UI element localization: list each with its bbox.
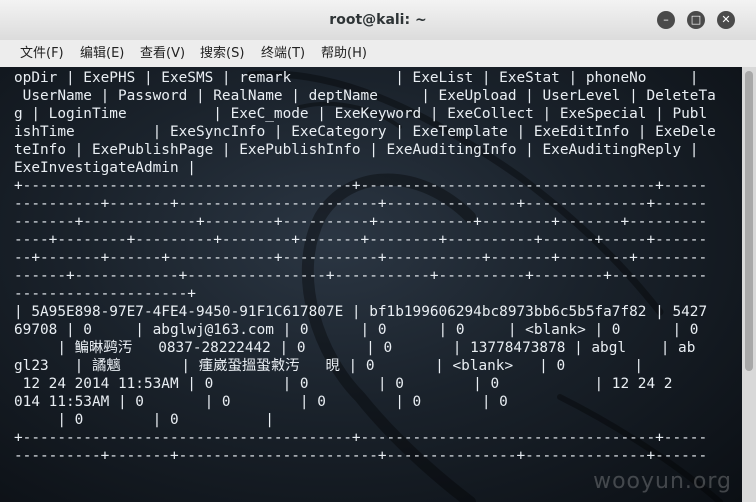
terminal-output: opDir | ExePHS | ExeSMS | remark | ExeLi… xyxy=(14,69,742,465)
terminal-area[interactable]: opDir | ExePHS | ExeSMS | remark | ExeLi… xyxy=(0,67,742,502)
terminal-line: ExeInvestigateAdmin | xyxy=(14,160,196,176)
terminal-line: | 鳊晽鹀汚 0837-28222442 | 0 | 0 | 137784738… xyxy=(14,340,696,356)
terminal-line: UserName | Password | RealName | deptNam… xyxy=(14,88,716,104)
terminal-line: --+-------+------+------------+---------… xyxy=(14,250,708,266)
menu-help[interactable]: 帮助(H) xyxy=(321,40,367,67)
vertical-scrollbar[interactable] xyxy=(742,67,756,502)
terminal-line: 12 24 2014 11:53AM | 0 | 0 | 0 | 0 | 12 … xyxy=(14,376,673,392)
maximize-button[interactable]: □ xyxy=(687,11,705,29)
terminal-line: teInfo | ExePublishPage | ExePublishInfo… xyxy=(14,142,699,158)
terminal-line: 014 11:53AM | 0 | 0 | 0 | 0 | 0 xyxy=(14,394,508,410)
terminal-line: ----------+-------+---------------------… xyxy=(14,448,708,464)
terminal-line: opDir | ExePHS | ExeSMS | remark | ExeLi… xyxy=(14,70,699,86)
menu-view[interactable]: 查看(V) xyxy=(140,40,185,67)
minimize-button[interactable]: – xyxy=(657,11,675,29)
terminal-line: -------+-------------+--------+---------… xyxy=(14,214,708,230)
window-title: root@kali: ~ xyxy=(329,12,427,28)
terminal-line: 69708 | 0 | abglwj@163.com | 0 | 0 | 0 |… xyxy=(14,322,699,338)
terminal-line: +--------------------------------------+… xyxy=(14,178,708,194)
terminal-line: | 5A95E898-97E7-4FE4-9450-91F1C617807E |… xyxy=(14,304,708,320)
terminal-line: ----+--------+---------+--------+-------… xyxy=(14,232,708,248)
menu-terminal[interactable]: 终端(T) xyxy=(261,40,305,67)
terminal-line: g | LoginTime | ExeC_mode | ExeKeyword |… xyxy=(14,106,708,122)
title-bar[interactable]: root@kali: ~ – □ ✕ xyxy=(0,0,756,41)
close-button[interactable]: ✕ xyxy=(717,11,735,29)
terminal-line: --------------------+ xyxy=(14,286,196,302)
terminal-line: | 0 | 0 | xyxy=(14,412,274,428)
terminal-line: ------+------------+----------------+---… xyxy=(14,268,708,284)
terminal-line: gl23 | 譎魑 | 瘇崴蛩搵蛩敹汚 晛 | 0 | <blank> | 0 … xyxy=(14,358,644,374)
menu-bar: 文件(F) 编辑(E) 查看(V) 搜索(S) 终端(T) 帮助(H) xyxy=(0,40,756,68)
watermark: wooyun.org xyxy=(593,469,732,494)
terminal-line: ----------+-------+---------------------… xyxy=(14,196,708,212)
terminal-window: root@kali: ~ – □ ✕ 文件(F) 编辑(E) 查看(V) 搜索(… xyxy=(0,0,756,502)
scrollbar-thumb[interactable] xyxy=(745,71,753,371)
menu-file[interactable]: 文件(F) xyxy=(20,40,64,67)
menu-search[interactable]: 搜索(S) xyxy=(200,40,244,67)
menu-edit[interactable]: 编辑(E) xyxy=(80,40,124,67)
terminal-line: +--------------------------------------+… xyxy=(14,430,708,446)
terminal-line: ishTime | ExeSyncInfo | ExeCategory | Ex… xyxy=(14,124,716,140)
